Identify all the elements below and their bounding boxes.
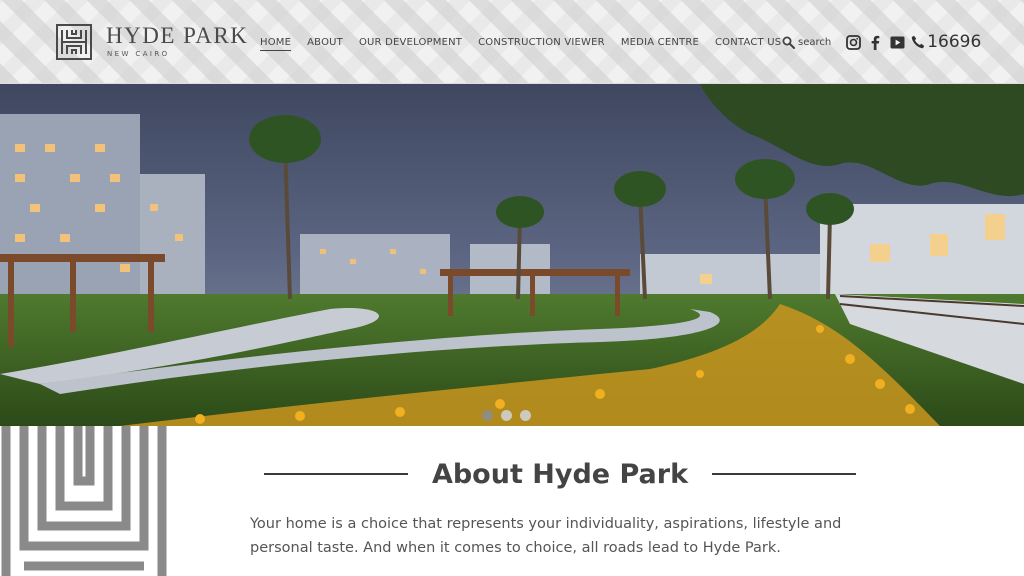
nav-about[interactable]: ABOUT	[307, 37, 343, 51]
header-tools: search 16696	[782, 31, 981, 53]
logo[interactable]: HYDE PARK NEW CAIRO	[56, 24, 248, 62]
about-text: Your home is a choice that represents yo…	[250, 516, 842, 556]
main-nav: HOME ABOUT OUR DEVELOPMENT CONSTRUCTION …	[260, 37, 797, 51]
slider-dots	[482, 410, 539, 421]
search-button[interactable]: search	[782, 36, 831, 49]
search-icon	[782, 36, 795, 49]
brand-subtitle: NEW CAIRO	[107, 50, 170, 58]
youtube-icon[interactable]	[889, 34, 905, 50]
about-heading: About Hyde Park	[264, 452, 856, 496]
heading-divider-left	[264, 473, 408, 475]
decorative-pattern-icon	[0, 426, 168, 576]
hero-slider[interactable]	[0, 84, 1024, 426]
phone-link[interactable]: 16696	[911, 32, 981, 52]
slider-dot-3[interactable]	[520, 410, 531, 421]
facebook-icon[interactable]	[867, 34, 883, 50]
nav-media-centre[interactable]: MEDIA CENTRE	[621, 37, 699, 51]
hyde-park-logo-icon	[56, 24, 92, 60]
heading-divider-right	[712, 473, 856, 475]
nav-construction-viewer[interactable]: CONSTRUCTION VIEWER	[478, 37, 605, 51]
phone-number: 16696	[927, 32, 982, 52]
nav-contact-us[interactable]: CONTACT US	[715, 37, 781, 51]
slider-dot-2[interactable]	[501, 410, 512, 421]
brand-name: HYDE PARK	[106, 23, 249, 48]
about-title: About Hyde Park	[431, 458, 689, 490]
search-label: search	[798, 36, 832, 48]
hero-rendering-image	[0, 84, 1024, 426]
instagram-icon[interactable]	[845, 34, 861, 50]
nav-our-development[interactable]: OUR DEVELOPMENT	[359, 37, 462, 51]
phone-icon	[912, 35, 925, 49]
site-header: HYDE PARK NEW CAIRO HOME ABOUT OUR DEVEL…	[0, 0, 1024, 84]
slider-dot-1[interactable]	[482, 410, 493, 421]
nav-home[interactable]: HOME	[260, 37, 292, 51]
